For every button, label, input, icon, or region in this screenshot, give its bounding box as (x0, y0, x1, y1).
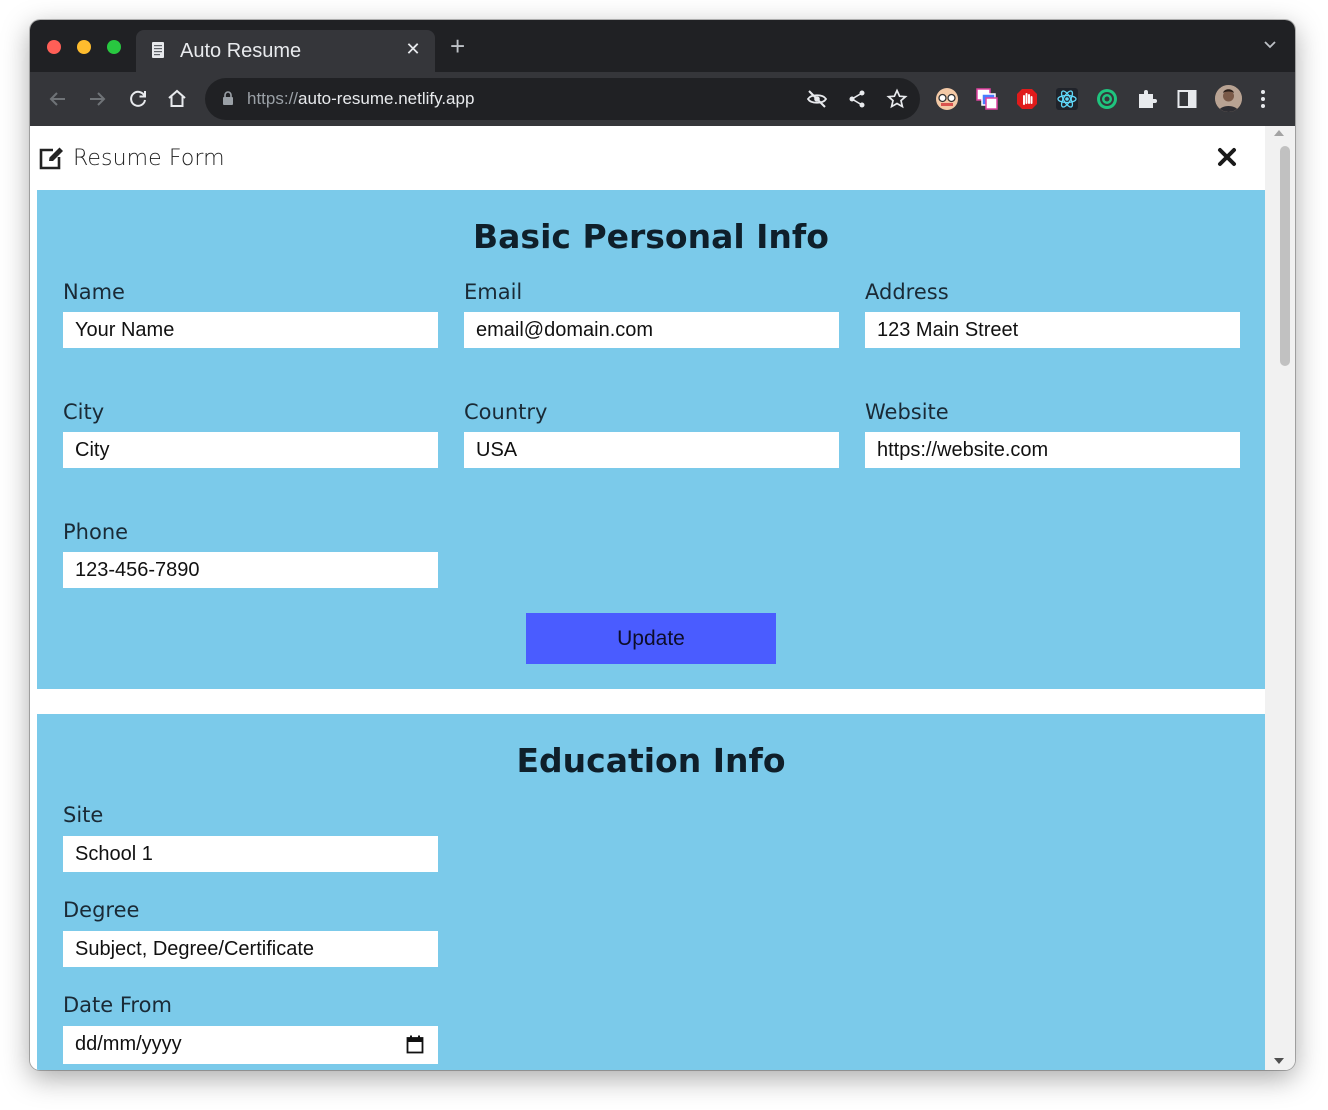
website-label: Website (865, 400, 949, 424)
eye-off-icon[interactable] (806, 88, 828, 110)
new-tab-icon[interactable]: + (450, 33, 465, 59)
date-from-placeholder: dd/mm/yyyy (75, 1033, 182, 1055)
edit-icon (39, 147, 63, 170)
browser-tab[interactable]: Auto Resume ✕ (136, 30, 435, 72)
address-input[interactable] (865, 312, 1240, 348)
form-title: Resume Form (73, 146, 225, 171)
website-input[interactable] (865, 432, 1240, 468)
close-tab-icon[interactable]: ✕ (403, 39, 423, 60)
city-label: City (63, 400, 105, 424)
section-title: Basic Personal Info (473, 217, 829, 256)
site-label: Site (63, 803, 104, 827)
address-bar[interactable]: https://auto-resume.netlify.app (205, 78, 920, 120)
form-header: Resume Form (30, 126, 1265, 190)
section-title: Education Info (516, 741, 786, 780)
scroll-up-arrow-icon[interactable] (1274, 130, 1284, 136)
tab-strip: Auto Resume ✕ + (30, 20, 1295, 72)
address-label: Address (865, 280, 949, 304)
url-host: auto-resume.netlify.app (298, 89, 475, 108)
url-text[interactable]: https://auto-resume.netlify.app (247, 89, 474, 109)
site-input[interactable] (63, 836, 438, 872)
scroll-thumb[interactable] (1280, 146, 1290, 366)
extension-windows-icon[interactable] (975, 87, 999, 111)
extension-glasses-icon[interactable] (935, 87, 959, 111)
window-maximize-button[interactable] (107, 40, 121, 54)
tab-title: Auto Resume (180, 40, 302, 62)
puzzle-extensions-icon[interactable] (1135, 87, 1159, 111)
extension-target-icon[interactable] (1095, 87, 1119, 111)
kebab-menu-icon[interactable] (1259, 87, 1267, 111)
name-input[interactable] (63, 312, 438, 348)
page-scrollbar[interactable] (1265, 126, 1295, 1070)
window-close-button[interactable] (47, 40, 61, 54)
phone-input[interactable] (63, 552, 438, 588)
calendar-icon[interactable] (406, 1035, 424, 1054)
forward-arrow-icon[interactable] (85, 87, 109, 111)
back-arrow-icon[interactable] (46, 87, 70, 111)
extension-stop-hand-icon[interactable] (1015, 87, 1039, 111)
reload-icon[interactable] (126, 87, 150, 111)
education-info-section: Education Info Site Degree Date From dd/… (37, 714, 1265, 1070)
close-icon[interactable] (1216, 146, 1238, 168)
name-label: Name (63, 280, 125, 304)
basic-personal-info-section: Basic Personal Info Name Email Address C… (37, 190, 1265, 689)
react-devtools-icon[interactable] (1055, 87, 1079, 111)
country-input[interactable] (464, 432, 839, 468)
browser-window: Auto Resume ✕ + https://auto-resume.netl (30, 20, 1295, 1070)
date-from-label: Date From (63, 993, 172, 1017)
page-content: Resume Form Basic Personal Info Name Ema… (30, 126, 1265, 1070)
degree-label: Degree (63, 898, 140, 922)
url-scheme: https:// (247, 89, 299, 108)
window-minimize-button[interactable] (77, 40, 91, 54)
date-from-input[interactable]: dd/mm/yyyy (63, 1026, 438, 1064)
browser-toolbar: https://auto-resume.netlify.app (30, 72, 1295, 126)
star-icon[interactable] (886, 88, 908, 110)
email-label: Email (464, 280, 523, 304)
scroll-down-arrow-icon[interactable] (1274, 1058, 1284, 1064)
document-favicon-icon (152, 42, 164, 58)
lock-icon[interactable] (222, 91, 234, 105)
update-button[interactable]: Update (526, 613, 776, 664)
city-input[interactable] (63, 432, 438, 468)
email-input[interactable] (464, 312, 839, 348)
degree-input[interactable] (63, 931, 438, 967)
tab-search-chevron-icon[interactable] (1263, 38, 1277, 52)
side-panel-icon[interactable] (1175, 87, 1199, 111)
home-icon[interactable] (165, 87, 189, 111)
profile-avatar[interactable] (1215, 85, 1242, 112)
phone-label: Phone (63, 520, 129, 544)
country-label: Country (464, 400, 548, 424)
share-icon[interactable] (846, 88, 868, 110)
